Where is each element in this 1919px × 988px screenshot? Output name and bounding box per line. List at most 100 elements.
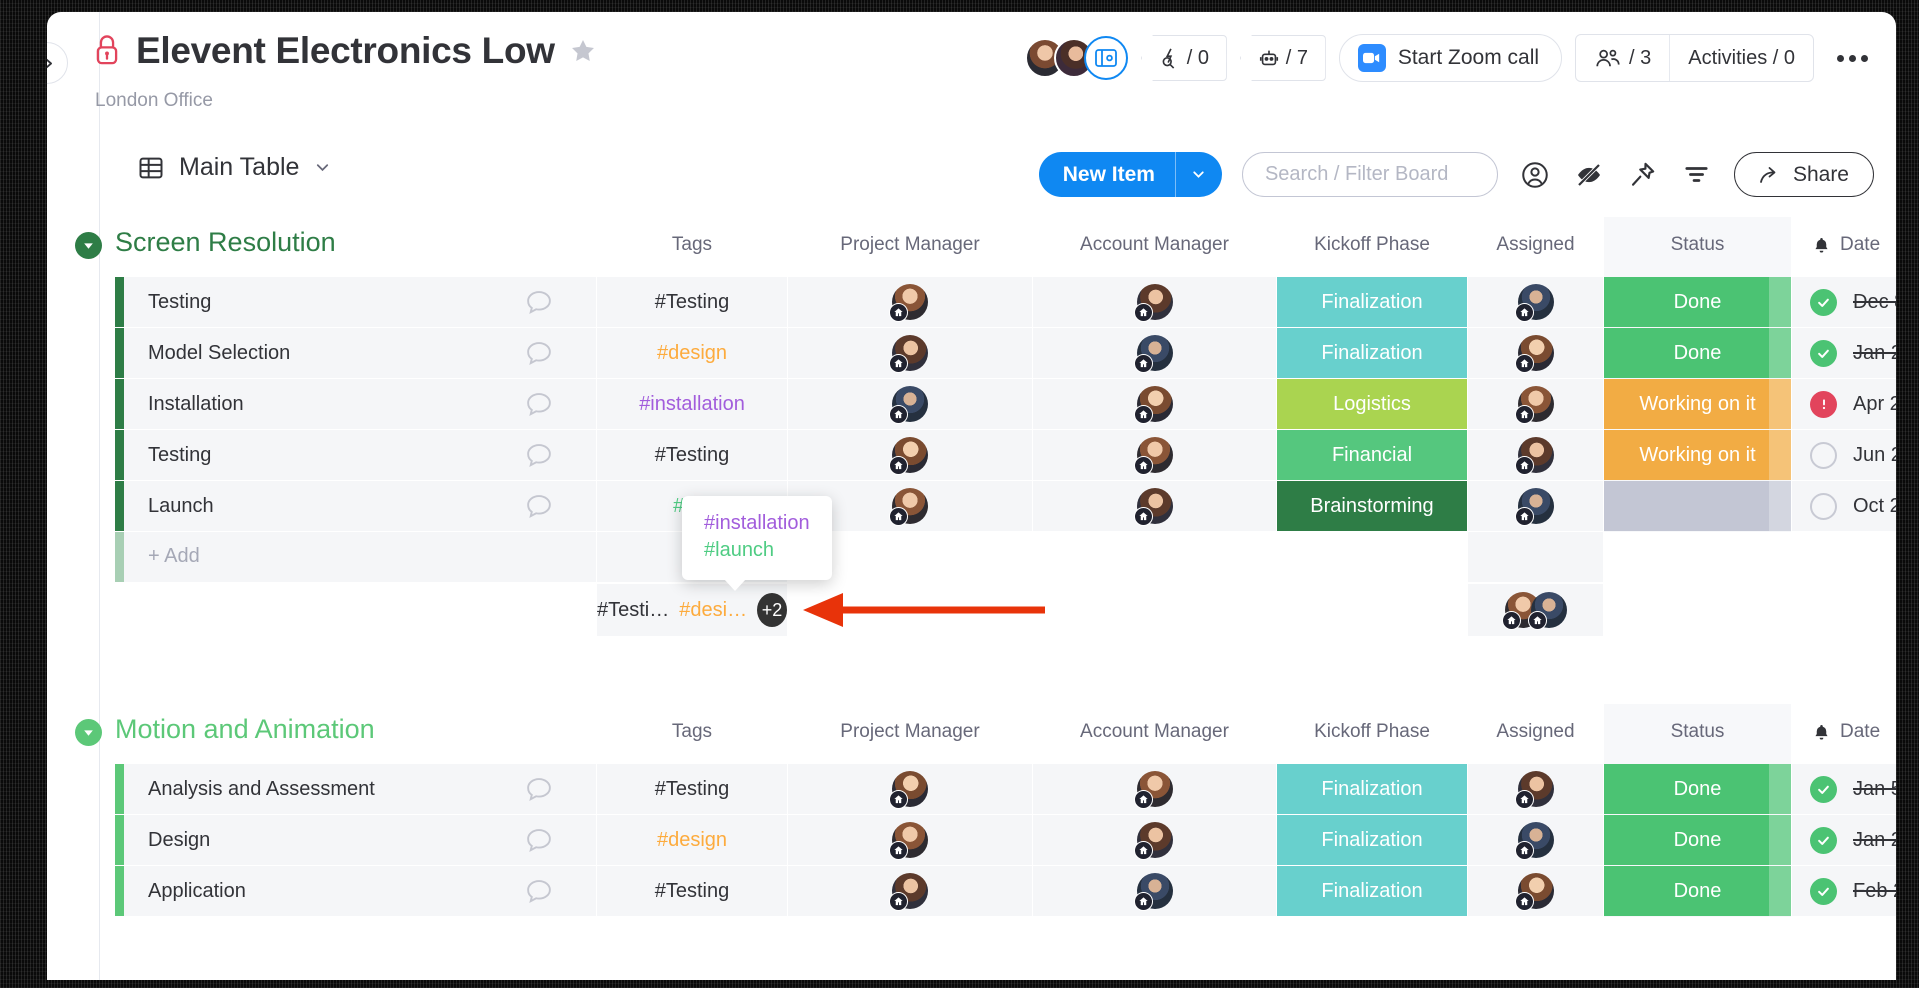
tags-cell[interactable]: #design [597,815,787,865]
assigned-summary[interactable] [1468,584,1603,636]
comment-bubble-icon[interactable] [524,442,554,468]
view-selector[interactable]: Main Table [137,153,332,182]
project-manager-cell[interactable] [788,277,1032,327]
kickoff-phase-cell[interactable]: Brainstorming [1277,481,1467,531]
activities-button[interactable]: Activities / 0 [1669,35,1813,81]
table-row[interactable]: Design #design Finalization Done Jan 21 [47,815,1896,865]
kickoff-phase-cell[interactable]: Finalization [1277,866,1467,916]
avatar[interactable] [1514,386,1554,424]
board-view-button[interactable] [1083,36,1128,80]
avatar[interactable] [889,386,928,424]
table-row[interactable]: Analysis and Assessment #Testing Finaliz… [47,764,1896,814]
avatar[interactable] [1133,437,1173,475]
kickoff-phase-cell[interactable]: Finalization [1277,764,1467,814]
column-header-date[interactable]: Date [1792,721,1896,743]
assigned-cell[interactable] [1468,815,1603,865]
column-header-am[interactable]: Account Manager [1033,234,1276,256]
row-name-cell[interactable]: Testing [124,430,596,480]
status-cell[interactable]: Working on it [1604,379,1791,429]
account-manager-cell[interactable] [1033,328,1276,378]
assigned-cell[interactable] [1468,764,1603,814]
column-header-phase[interactable]: Kickoff Phase [1277,721,1467,743]
alert-circle-icon[interactable] [1810,390,1837,418]
assigned-cell[interactable] [1468,430,1603,480]
check-circle-icon[interactable] [1810,775,1837,803]
avatar[interactable] [1514,822,1554,860]
status-cell[interactable]: Done [1604,328,1791,378]
status-cell[interactable]: Done [1604,277,1791,327]
assigned-cell[interactable] [1468,481,1603,531]
search-input[interactable]: Search / Filter Board [1241,152,1498,197]
integrations-badge[interactable]: / 7 [1239,35,1326,81]
table-row[interactable]: Testing #Testing Financial Working on it… [47,430,1896,480]
account-manager-cell[interactable] [1033,866,1276,916]
add-row[interactable]: + Add [47,532,1896,582]
account-manager-cell[interactable] [1033,379,1276,429]
row-name-cell[interactable]: Testing [124,277,596,327]
avatar[interactable] [889,873,928,911]
column-header-pm[interactable]: Project Manager [788,721,1032,743]
kickoff-phase-cell[interactable]: Finalization [1277,815,1467,865]
assigned-cell[interactable] [1468,277,1603,327]
avatar[interactable] [1527,592,1567,630]
table-row[interactable]: Model Selection #design Finalization Don… [47,328,1896,378]
check-circle-icon[interactable] [1810,826,1837,854]
kickoff-phase-cell[interactable]: Finalization [1277,328,1467,378]
column-header-phase[interactable]: Kickoff Phase [1277,234,1467,256]
column-header-status[interactable]: Status [1604,234,1791,256]
avatar[interactable] [1133,488,1173,526]
comment-bubble-icon[interactable] [524,827,554,853]
avatar[interactable] [889,488,928,526]
empty-circle-icon[interactable] [1810,441,1837,469]
row-name-cell[interactable]: Model Selection [124,328,596,378]
status-cell[interactable]: Done [1604,764,1791,814]
date-cell[interactable]: Jun 24 [1792,430,1896,480]
tags-summary[interactable]: #Testi… #desi… +2 [597,584,787,636]
comment-bubble-icon[interactable] [524,493,554,519]
avatar[interactable] [1514,437,1554,475]
row-name-cell[interactable]: Launch [124,481,596,531]
filter-icon[interactable] [1680,158,1714,192]
column-header-assign[interactable]: Assigned [1468,721,1603,743]
table-row[interactable]: Installation #installation Logistics Wor… [47,379,1896,429]
assigned-cell[interactable] [1468,379,1603,429]
share-button[interactable]: Share [1733,152,1874,197]
kickoff-phase-cell[interactable]: Financial [1277,430,1467,480]
avatar[interactable] [1514,488,1554,526]
table-row[interactable]: Application #Testing Finalization Done F… [47,866,1896,916]
pin-icon[interactable] [1626,158,1660,192]
chevron-down-icon[interactable] [313,158,332,177]
assigned-cell[interactable] [1468,866,1603,916]
check-circle-icon[interactable] [1810,877,1837,905]
account-manager-cell[interactable] [1033,277,1276,327]
avatar[interactable] [1514,873,1554,911]
avatar[interactable] [889,771,928,809]
status-cell[interactable]: Working on it [1604,430,1791,480]
group-title[interactable]: Motion and Animation [115,714,375,745]
row-name-cell[interactable]: Installation [124,379,596,429]
members-button[interactable]: / 3 [1576,35,1669,81]
date-cell[interactable]: Jan 21 [1792,815,1896,865]
tags-cell[interactable]: #installation [597,379,787,429]
group-title[interactable]: Screen Resolution [115,227,336,258]
date-cell[interactable]: Dec 8, 201 [1792,277,1896,327]
tags-cell[interactable]: #Testing [597,430,787,480]
project-manager-cell[interactable] [788,379,1032,429]
avatar[interactable] [1133,771,1173,809]
avatar[interactable] [1133,822,1173,860]
avatar[interactable] [1514,335,1554,373]
avatar[interactable] [1133,335,1173,373]
date-cell[interactable]: Apr 20 [1792,379,1896,429]
new-item-dropdown[interactable] [1174,152,1222,197]
account-manager-cell[interactable] [1033,430,1276,480]
project-manager-cell[interactable] [788,866,1032,916]
column-header-tags[interactable]: Tags [597,234,787,256]
comment-bubble-icon[interactable] [524,776,554,802]
status-cell[interactable]: Done [1604,815,1791,865]
row-name-cell[interactable]: Application [124,866,596,916]
check-circle-icon[interactable] [1810,288,1837,316]
column-header-tags[interactable]: Tags [597,721,787,743]
column-header-assign[interactable]: Assigned [1468,234,1603,256]
start-zoom-call-button[interactable]: Start Zoom call [1338,34,1563,82]
row-name-cell[interactable]: Analysis and Assessment [124,764,596,814]
